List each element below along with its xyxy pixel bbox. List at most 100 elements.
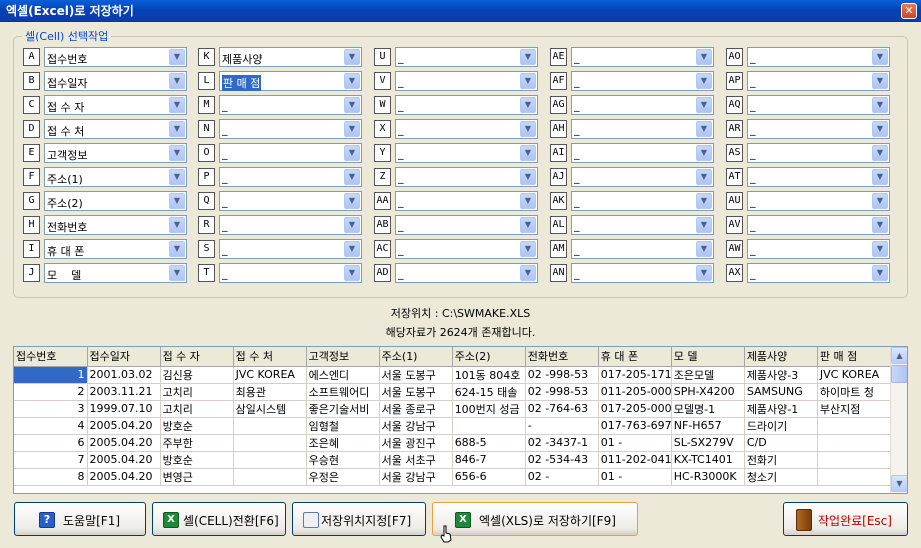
chevron-down-icon[interactable]: ▼ [520, 97, 536, 113]
field-combo-y[interactable]: _ ▼ [395, 143, 538, 163]
table-cell[interactable]: 좋은기술서비 [306, 400, 380, 418]
table-cell[interactable]: 전화기 [744, 451, 818, 469]
field-combo-r[interactable]: _ ▼ [219, 215, 362, 235]
chevron-down-icon[interactable]: ▼ [872, 169, 888, 185]
vertical-scrollbar[interactable]: ▲ ▼ [890, 347, 907, 493]
table-row[interactable]: 6 2005.04.20 주부한 조은혜 서울 광진구 688-5 02 -3437-1 01… [14, 434, 892, 452]
chevron-down-icon[interactable]: ▼ [520, 193, 536, 209]
table-cell[interactable]: 서울 도봉구 [379, 366, 453, 384]
field-combo-t[interactable]: _ ▼ [219, 263, 362, 283]
chevron-down-icon[interactable]: ▼ [169, 49, 185, 65]
table-cell[interactable]: 01 - [598, 434, 672, 452]
field-combo-al[interactable]: _ ▼ [571, 215, 714, 235]
table-cell[interactable]: C/D [744, 434, 818, 452]
table-cell[interactable]: 서울 강남구 [379, 468, 453, 486]
field-combo-an[interactable]: _ ▼ [571, 263, 714, 283]
field-combo-o[interactable]: _ ▼ [219, 143, 362, 163]
chevron-down-icon[interactable]: ▼ [344, 265, 360, 281]
table-cell[interactable]: JVC KOREA [233, 366, 307, 384]
table-cell[interactable]: 6 [14, 434, 88, 452]
table-cell[interactable]: 서울 도봉구 [379, 383, 453, 401]
table-cell[interactable]: 011-202-041 [598, 451, 672, 469]
chevron-down-icon[interactable]: ▼ [872, 49, 888, 65]
table-row[interactable]: 4 2005.04.20 방호순 임형철 서울 강남구 -017-763-697 NF-H… [14, 417, 892, 435]
table-cell[interactable]: 주부한 [160, 434, 234, 452]
table-row[interactable]: 1 2001.03.02 김신용 JVC KOREA 에스엔디 서울 도봉구 101동 80… [14, 366, 892, 384]
table-cell[interactable]: SPH-X4200 [671, 383, 745, 401]
table-cell[interactable] [817, 468, 892, 486]
table-cell[interactable] [817, 417, 892, 435]
table-cell[interactable]: 2 [14, 383, 88, 401]
table-cell[interactable]: 김신용 [160, 366, 234, 384]
table-cell[interactable]: 제품사양-1 [744, 400, 818, 418]
field-combo-ae[interactable]: _ ▼ [571, 47, 714, 67]
data-grid[interactable]: 접수번호 접수일자 접 수 자접 수 처 고객정보 주소(1) 주소(2) 전화번호 휴 대 … [13, 346, 908, 494]
field-combo-am[interactable]: _ ▼ [571, 239, 714, 259]
field-combo-p[interactable]: _ ▼ [219, 167, 362, 187]
chevron-down-icon[interactable]: ▼ [872, 121, 888, 137]
table-cell[interactable]: 모델명-1 [671, 400, 745, 418]
chevron-down-icon[interactable]: ▼ [169, 121, 185, 137]
table-cell[interactable]: 방호순 [160, 451, 234, 469]
chevron-down-icon[interactable]: ▼ [696, 193, 712, 209]
field-combo-i[interactable]: 휴 대 폰 ▼ [44, 239, 187, 259]
column-header[interactable]: 접 수 처 [233, 347, 307, 367]
table-cell[interactable]: 656-6 [452, 468, 526, 486]
table-cell[interactable]: 02 -998-53 [525, 366, 599, 384]
table-cell[interactable]: 02 -998-53 [525, 383, 599, 401]
table-cell[interactable]: 02 -534-43 [525, 451, 599, 469]
table-cell[interactable]: 서울 광진구 [379, 434, 453, 452]
table-cell[interactable] [233, 468, 307, 486]
field-combo-aw[interactable]: _ ▼ [747, 239, 890, 259]
table-cell[interactable]: 제품사양-3 [744, 366, 818, 384]
table-cell[interactable]: 임형철 [306, 417, 380, 435]
table-cell[interactable]: 688-5 [452, 434, 526, 452]
table-cell[interactable]: 1999.07.10 [87, 400, 161, 418]
field-combo-e[interactable]: 고객정보 ▼ [44, 143, 187, 163]
column-header[interactable]: 판 매 점 [817, 347, 892, 367]
field-combo-l[interactable]: 판 매 점 ▼ [219, 71, 362, 91]
table-cell[interactable]: HC-R3000K [671, 468, 745, 486]
chevron-down-icon[interactable]: ▼ [696, 265, 712, 281]
chevron-down-icon[interactable]: ▼ [520, 169, 536, 185]
table-cell[interactable]: 삼일시스템 [233, 400, 307, 418]
chevron-down-icon[interactable]: ▼ [696, 145, 712, 161]
field-combo-aj[interactable]: _ ▼ [571, 167, 714, 187]
column-header[interactable]: 접 수 자 [160, 347, 234, 367]
chevron-down-icon[interactable]: ▼ [872, 73, 888, 89]
field-combo-ai[interactable]: _ ▼ [571, 143, 714, 163]
table-cell[interactable]: 2003.11.21 [87, 383, 161, 401]
field-combo-as[interactable]: _ ▼ [747, 143, 890, 163]
field-combo-j[interactable]: 모 델 ▼ [44, 263, 187, 283]
table-row[interactable]: 3 1999.07.10 고치리 삼일시스템 좋은기술서비 서울 종로구 100번지 성금 0… [14, 400, 892, 418]
field-combo-af[interactable]: _ ▼ [571, 71, 714, 91]
scroll-thumb[interactable] [891, 365, 907, 383]
table-cell[interactable]: 부산지점 [817, 400, 892, 418]
field-combo-au[interactable]: _ ▼ [747, 191, 890, 211]
column-header[interactable]: 주소(2) [452, 347, 526, 367]
chevron-down-icon[interactable]: ▼ [344, 97, 360, 113]
chevron-down-icon[interactable]: ▼ [696, 73, 712, 89]
chevron-down-icon[interactable]: ▼ [696, 169, 712, 185]
chevron-down-icon[interactable]: ▼ [169, 169, 185, 185]
field-combo-ad[interactable]: _ ▼ [395, 263, 538, 283]
field-combo-z[interactable]: _ ▼ [395, 167, 538, 187]
table-cell[interactable]: 1 [14, 366, 88, 384]
field-combo-w[interactable]: _ ▼ [395, 95, 538, 115]
chevron-down-icon[interactable]: ▼ [344, 169, 360, 185]
table-cell[interactable] [452, 417, 526, 435]
chevron-down-icon[interactable]: ▼ [344, 193, 360, 209]
scroll-down-icon[interactable]: ▼ [891, 475, 907, 492]
field-combo-av[interactable]: _ ▼ [747, 215, 890, 235]
table-cell[interactable]: 02 -3437-1 [525, 434, 599, 452]
chevron-down-icon[interactable]: ▼ [696, 49, 712, 65]
table-cell[interactable]: 02 - [525, 468, 599, 486]
chevron-down-icon[interactable]: ▼ [520, 217, 536, 233]
table-cell[interactable]: 에스엔디 [306, 366, 380, 384]
table-cell[interactable]: 2005.04.20 [87, 451, 161, 469]
field-combo-q[interactable]: _ ▼ [219, 191, 362, 211]
table-cell[interactable] [817, 434, 892, 452]
chevron-down-icon[interactable]: ▼ [872, 145, 888, 161]
chevron-down-icon[interactable]: ▼ [520, 145, 536, 161]
field-combo-aq[interactable]: _ ▼ [747, 95, 890, 115]
